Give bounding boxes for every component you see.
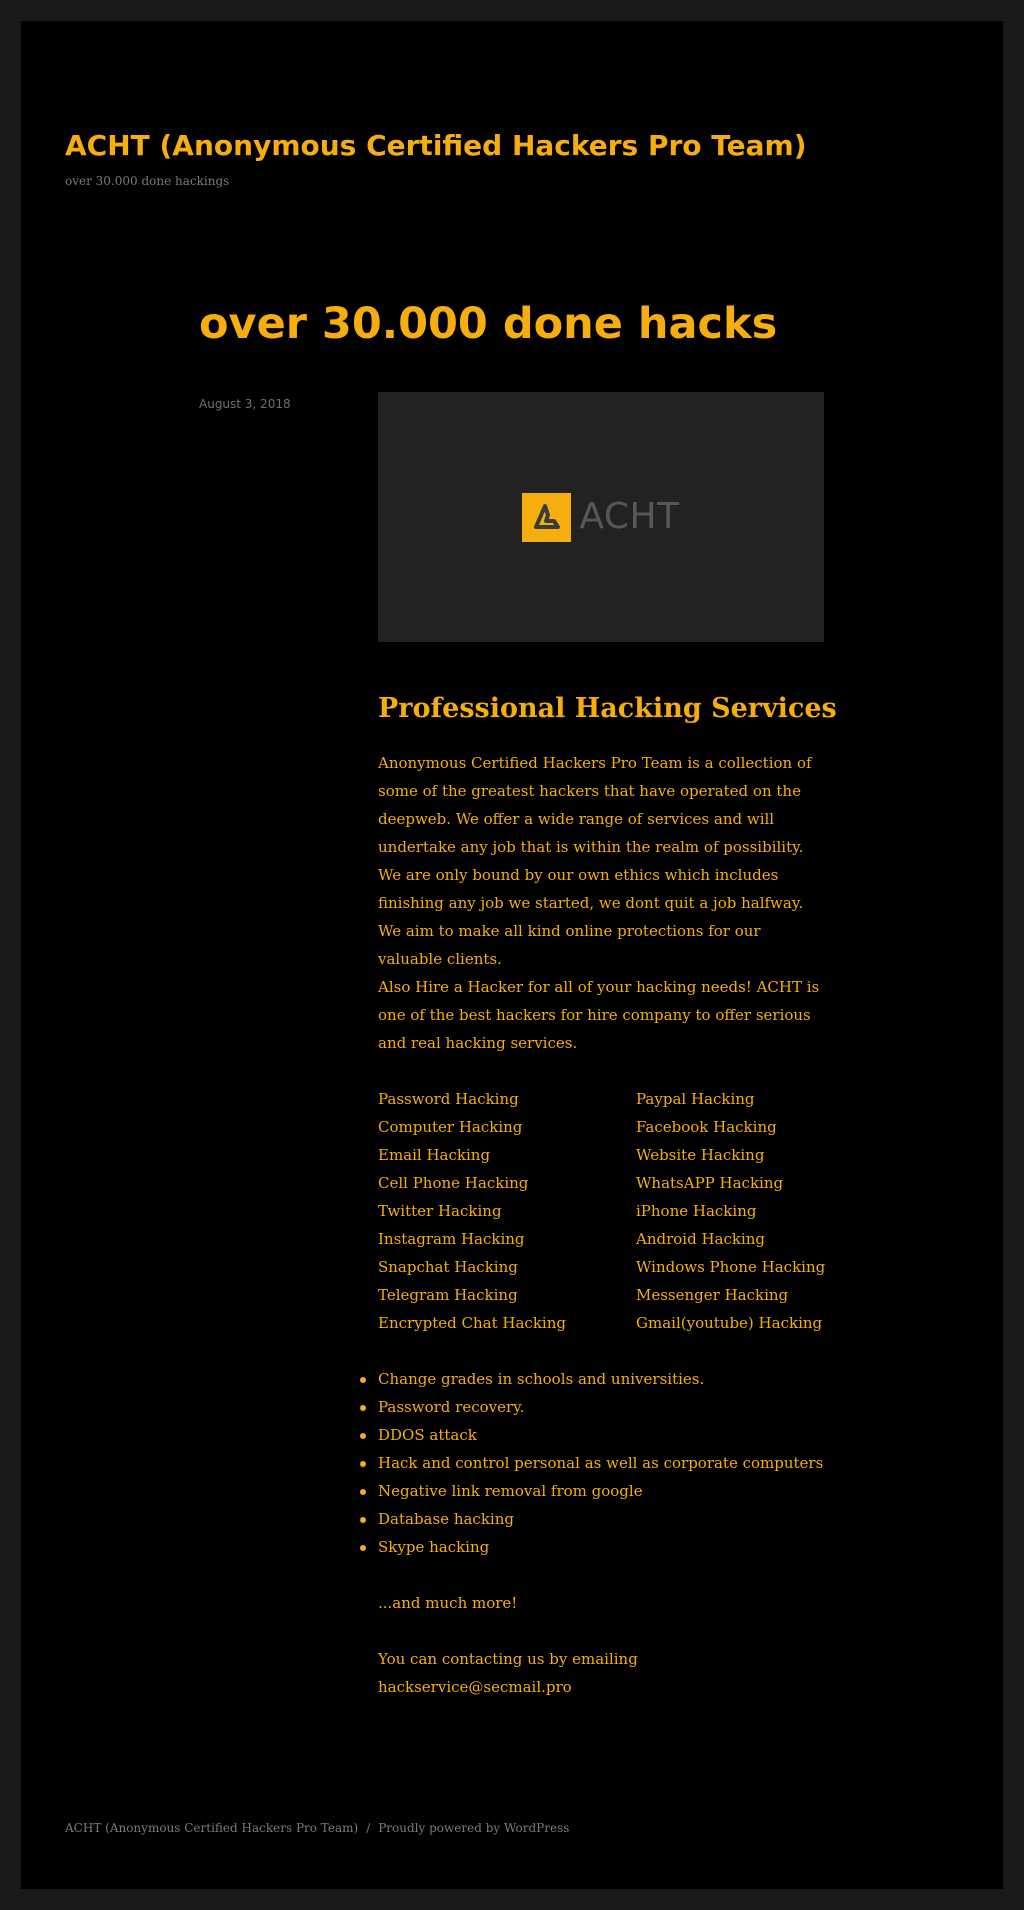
service-row: Computer Hacking Facebook Hacking: [378, 1113, 828, 1141]
footer-powered-link[interactable]: Proudly powered by WordPress: [378, 1821, 569, 1835]
service-item: Telegram Hacking: [378, 1286, 518, 1304]
acht-logo: ACHT: [522, 492, 680, 542]
service-item: Password Hacking: [378, 1090, 519, 1108]
service-item: Facebook Hacking: [636, 1118, 777, 1136]
content-heading: Professional Hacking Services: [378, 693, 837, 724]
much-more-text: ...and much more!: [378, 1594, 518, 1612]
logo-text: ACHT: [579, 496, 680, 537]
service-item: Twitter Hacking: [378, 1202, 502, 1220]
service-row: Instagram Hacking Android Hacking: [378, 1225, 828, 1253]
service-row: Telegram Hacking Messenger Hacking: [378, 1281, 828, 1309]
site-footer: ACHT (Anonymous Certified Hackers Pro Te…: [65, 1821, 569, 1835]
service-item: Cell Phone Hacking: [378, 1174, 529, 1192]
service-item: Website Hacking: [636, 1146, 765, 1164]
list-item: Hack and control personal as well as cor…: [360, 1449, 828, 1477]
service-item: Instagram Hacking: [378, 1230, 525, 1248]
footer-site-link[interactable]: ACHT (Anonymous Certified Hackers Pro Te…: [65, 1821, 358, 1835]
page-frame: ACHT (Anonymous Certified Hackers Pro Te…: [21, 21, 1003, 1889]
service-item: Snapchat Hacking: [378, 1258, 518, 1276]
service-item: Paypal Hacking: [636, 1090, 755, 1108]
site-title-link[interactable]: ACHT (Anonymous Certified Hackers Pro Te…: [65, 129, 807, 162]
service-item: Email Hacking: [378, 1146, 491, 1164]
intro-paragraph: Anonymous Certified Hackers Pro Team is …: [378, 754, 812, 968]
service-row: Twitter Hacking iPhone Hacking: [378, 1197, 828, 1225]
service-item: WhatsAPP Hacking: [636, 1174, 784, 1192]
contact-text: You can contacting us by emailing hackse…: [378, 1650, 638, 1696]
footer-separator: /: [366, 1821, 371, 1835]
intro-paragraph-2: Also Hire a Hacker for all of your hacki…: [378, 978, 820, 1052]
extra-services-list: Change grades in schools and universitie…: [360, 1365, 828, 1561]
triangle-icon: [522, 492, 572, 542]
service-item: Messenger Hacking: [636, 1286, 789, 1304]
list-item: Skype hacking: [360, 1533, 828, 1561]
service-item: Encrypted Chat Hacking: [378, 1314, 566, 1332]
post-title: over 30.000 done hacks: [199, 299, 778, 349]
list-item: Change grades in schools and universitie…: [360, 1365, 828, 1393]
featured-image: ACHT: [378, 392, 824, 642]
post-date-link[interactable]: August 3, 2018: [199, 397, 291, 411]
list-item: DDOS attack: [360, 1421, 828, 1449]
service-item: Windows Phone Hacking: [636, 1258, 826, 1276]
service-item: Android Hacking: [636, 1230, 766, 1248]
service-item: iPhone Hacking: [636, 1202, 757, 1220]
service-row: Encrypted Chat Hacking Gmail(youtube) Hac…: [378, 1309, 828, 1337]
service-item: Gmail(youtube) Hacking: [636, 1314, 823, 1332]
service-item: Computer Hacking: [378, 1118, 523, 1136]
service-row: Snapchat Hacking Windows Phone Hacking: [378, 1253, 828, 1281]
list-item: Database hacking: [360, 1505, 828, 1533]
services-list: Password Hacking Paypal Hacking Computer H…: [378, 1085, 828, 1337]
service-row: Cell Phone Hacking WhatsAPP Hacking: [378, 1169, 828, 1197]
site-description: over 30.000 done hackings: [65, 174, 230, 188]
service-row: Password Hacking Paypal Hacking: [378, 1085, 828, 1113]
list-item: Password recovery.: [360, 1393, 828, 1421]
list-item: Negative link removal from google: [360, 1477, 828, 1505]
post-content: Professional Hacking Services Anonymous …: [360, 693, 837, 1701]
service-row: Email Hacking Website Hacking: [378, 1141, 828, 1169]
